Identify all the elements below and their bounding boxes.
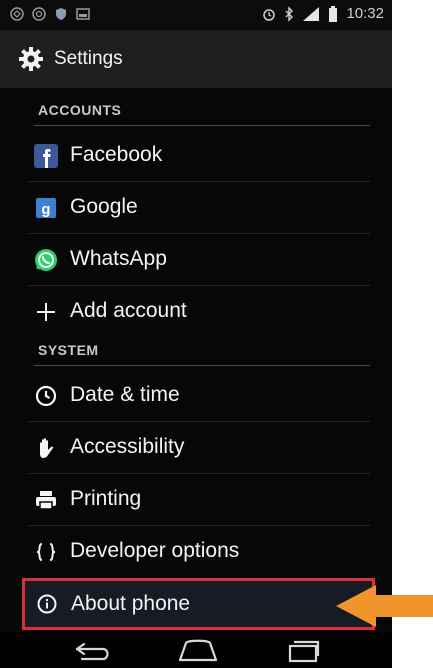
- settings-item-google[interactable]: g Google: [28, 182, 370, 234]
- braces-icon: [36, 543, 56, 561]
- settings-item-date-time[interactable]: Date & time: [28, 370, 370, 422]
- section-header-accounts: ACCOUNTS: [34, 88, 370, 128]
- recents-icon[interactable]: [280, 638, 324, 664]
- hand-icon: [40, 438, 54, 458]
- plus-icon: [37, 303, 55, 321]
- svg-text:g: g: [41, 201, 50, 218]
- navigation-bar: [0, 632, 392, 668]
- gear-icon[interactable]: [18, 46, 44, 72]
- settings-item-add-account[interactable]: Add account: [28, 286, 370, 338]
- clock-icon: [35, 385, 57, 407]
- settings-item-whatsapp[interactable]: WhatsApp: [28, 234, 370, 286]
- settings-item-accessibility[interactable]: Accessibility: [28, 422, 370, 474]
- section-divider: [34, 365, 370, 366]
- alarm-icon: [263, 8, 276, 21]
- image-icon: [76, 8, 90, 20]
- page-title: Settings: [54, 48, 123, 69]
- phone-screen: 10:32 Settings ACCOUNTS Facebook g Googl…: [0, 0, 392, 668]
- google-icon: g: [36, 198, 56, 218]
- settings-item-about-phone[interactable]: About phone: [22, 578, 375, 630]
- status-bar: 10:32: [0, 0, 392, 30]
- signal-icon: [303, 6, 320, 21]
- settings-item-printing[interactable]: Printing: [28, 474, 370, 526]
- notification-icon: [32, 7, 46, 21]
- pointer-arrow-icon: [336, 585, 433, 627]
- shield-icon: [56, 8, 66, 20]
- section-divider: [34, 125, 370, 126]
- notification-icon: [10, 7, 24, 21]
- settings-item-developer-options[interactable]: Developer options: [28, 526, 370, 578]
- back-icon[interactable]: [72, 638, 116, 664]
- status-time: 10:32: [346, 5, 384, 22]
- bluetooth-icon: [285, 5, 294, 22]
- printer-icon: [36, 491, 56, 510]
- settings-list: ACCOUNTS Facebook g Google WhatsApp Add …: [0, 88, 392, 632]
- section-header-system: SYSTEM: [34, 334, 370, 368]
- whatsapp-icon: [35, 249, 57, 271]
- info-icon: [37, 594, 57, 614]
- home-icon[interactable]: [176, 638, 220, 664]
- about-phone-label: About phone: [71, 592, 191, 615]
- facebook-icon: [34, 144, 58, 168]
- action-bar: Settings: [0, 30, 392, 88]
- battery-icon: [329, 5, 338, 22]
- settings-item-facebook[interactable]: Facebook: [28, 130, 370, 182]
